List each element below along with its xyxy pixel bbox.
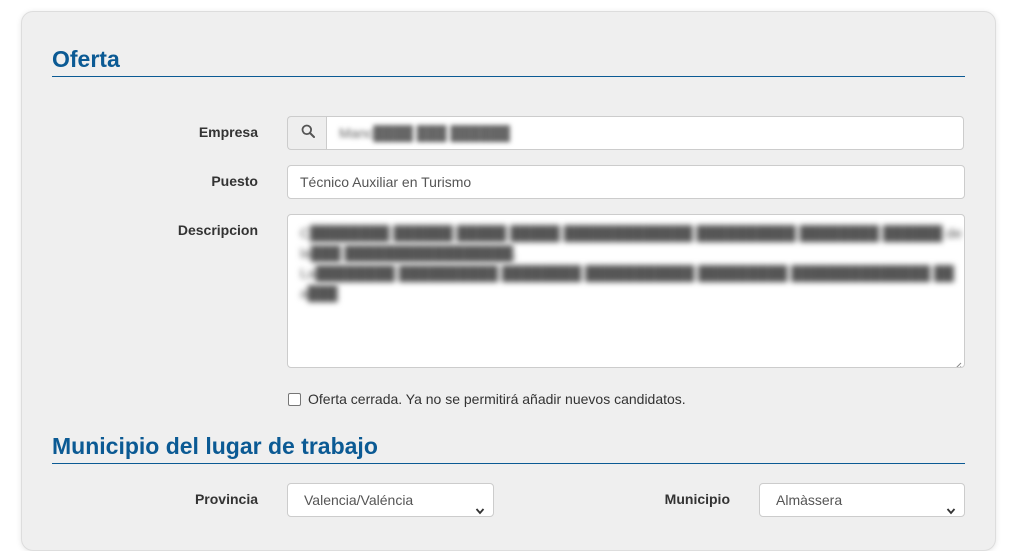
descripcion-line: a███: [300, 283, 952, 303]
puesto-input[interactable]: Técnico Auxiliar en Turismo: [287, 165, 965, 199]
municipio-select[interactable]: Almàssera: [759, 483, 965, 517]
descripcion-textarea[interactable]: C████████ ██████ █████ █████ ███████████…: [287, 214, 965, 368]
oferta-form-panel: Oferta Empresa Manc████ ███ ██████ Puest…: [21, 11, 996, 551]
descripcion-line: La████████ ██████████ ████████ █████████…: [300, 263, 954, 283]
descripcion-line: la███ █████████████████.: [300, 243, 952, 263]
oferta-cerrada-row: Oferta cerrada. Ya no se permitirá añadi…: [288, 391, 686, 407]
empresa-search-button[interactable]: [287, 116, 327, 150]
oferta-cerrada-checkbox[interactable]: [288, 392, 301, 406]
empresa-value: Manc████ ███ ██████: [339, 125, 510, 141]
descripcion-label: Descripcion: [177, 222, 258, 238]
descripcion-line-text: La████████ ██████████ ████████ █████████…: [300, 265, 954, 281]
municipio-label: Municipio: [664, 491, 730, 507]
resize-handle-icon[interactable]: [953, 356, 962, 367]
puesto-value: Técnico Auxiliar en Turismo: [300, 174, 472, 190]
descripcion-line-text: C████████ ██████ █████ █████ ███████████…: [300, 225, 962, 241]
section-title-oferta: Oferta: [52, 45, 965, 77]
descripcion-line-text: la███ █████████████████.: [300, 245, 518, 261]
descripcion-line-text: a███: [300, 285, 338, 301]
chevron-down-icon: [475, 495, 485, 527]
puesto-label: Puesto: [211, 173, 258, 189]
descripcion-line: C████████ ██████ █████ █████ ███████████…: [300, 223, 962, 243]
oferta-cerrada-label: Oferta cerrada. Ya no se permitirá añadi…: [308, 391, 686, 407]
municipio-selected: Almàssera: [776, 492, 843, 508]
chevron-down-icon: [946, 495, 956, 527]
provincia-select[interactable]: Valencia/Valéncia: [287, 483, 494, 517]
search-icon: [301, 124, 315, 143]
provincia-selected: Valencia/Valéncia: [304, 492, 414, 508]
provincia-label: Provincia: [194, 491, 258, 507]
empresa-input[interactable]: Manc████ ███ ██████: [326, 116, 964, 150]
empresa-label: Empresa: [198, 124, 258, 140]
section-title-municipio: Municipio del lugar de trabajo: [52, 432, 965, 464]
